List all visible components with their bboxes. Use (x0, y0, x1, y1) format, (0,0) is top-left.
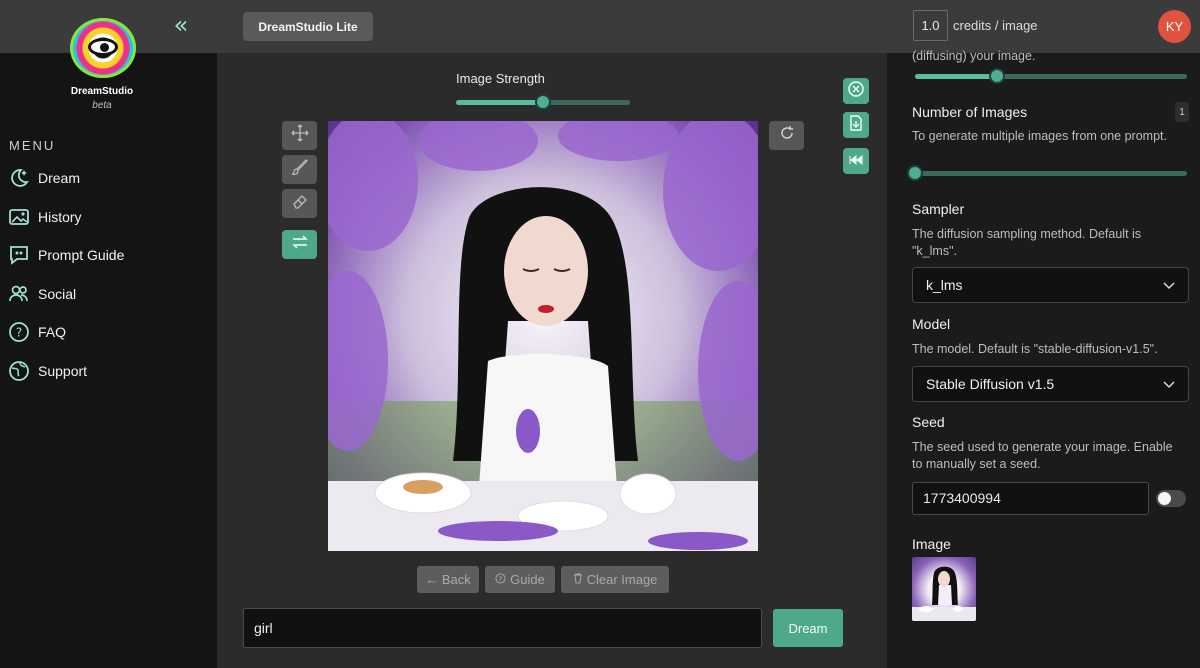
sidebar-item-social[interactable]: Social (8, 281, 76, 307)
gallery-icon (8, 206, 30, 228)
prompt-input[interactable]: girl (243, 608, 762, 648)
model-select[interactable]: Stable Diffusion v1.5 (912, 366, 1189, 402)
download-button[interactable] (843, 112, 869, 138)
number-of-images-title: Number of Images (912, 104, 1028, 120)
generated-image (328, 121, 758, 551)
eraser-icon (291, 192, 309, 215)
steps-description: (diffusing) your image. (912, 49, 1036, 63)
user-avatar[interactable]: KY (1158, 10, 1191, 43)
brand-subtitle: beta (92, 100, 112, 111)
download-file-icon (847, 114, 865, 137)
brush-icon (291, 158, 309, 181)
back-button[interactable]: ← Back (417, 566, 479, 593)
rotate-reset-icon (778, 124, 796, 147)
dream-button[interactable]: Dream (773, 609, 843, 647)
trash-icon (573, 572, 583, 587)
slider-knob[interactable] (907, 165, 923, 181)
credits-label: credits / image (953, 18, 1038, 33)
sidebar-item-label: FAQ (38, 324, 67, 340)
steps-slider[interactable] (915, 68, 1187, 84)
seed-input[interactable]: 1773400994 (912, 482, 1149, 515)
seed-description: The seed used to generate your image. En… (912, 440, 1173, 471)
number-of-images-slider[interactable] (907, 165, 1187, 181)
chevron-down-icon (1163, 277, 1175, 293)
brush-tool-button[interactable] (282, 155, 317, 184)
svg-text:?: ? (499, 574, 503, 583)
slider-knob[interactable] (535, 94, 551, 110)
question-circle-icon: ? (495, 572, 506, 587)
sidebar-item-support[interactable]: Support (8, 358, 87, 384)
seed-toggle[interactable] (1156, 490, 1186, 507)
thumbnail-image (912, 566, 976, 621)
eraser-tool-button[interactable] (282, 189, 317, 218)
sampler-select-value: k_lms (926, 277, 963, 293)
image-title: Image (912, 536, 951, 552)
quote-bubble-icon (8, 244, 30, 266)
sidebar-item-label: Support (38, 363, 88, 379)
collapse-sidebar-icon[interactable]: « (170, 12, 192, 38)
sidebar-item-label: History (38, 209, 82, 225)
clear-image-button[interactable]: Clear Image (561, 566, 669, 593)
swap-arrows-icon (291, 233, 309, 256)
model-description: The model. Default is "stable-diffusion-… (912, 342, 1158, 356)
move-tool-button[interactable] (282, 121, 317, 150)
app-title-badge[interactable]: DreamStudio Lite (243, 12, 373, 41)
reset-canvas-button[interactable] (769, 121, 804, 150)
sidebar-item-label: Social (38, 286, 77, 302)
sidebar-item-faq[interactable]: ? FAQ (8, 319, 66, 345)
sampler-select[interactable]: k_lms (912, 267, 1189, 303)
sampler-title: Sampler (912, 201, 965, 217)
sidebar-item-prompt-guide[interactable]: Prompt Guide (8, 242, 124, 268)
sidebar-item-history[interactable]: History (8, 204, 82, 230)
rewind-button[interactable] (843, 148, 869, 174)
moon-sparkle-icon (8, 167, 30, 189)
globe-support-icon (8, 360, 30, 382)
sampler-description: The diffusion sampling method. Default i… (912, 227, 1142, 258)
brand-name: DreamStudio (70, 86, 134, 97)
number-of-images-description: To generate multiple images from one pro… (912, 129, 1167, 143)
svg-text:?: ? (16, 326, 22, 340)
sidebar-item-dream[interactable]: Dream (8, 165, 80, 191)
generated-image-canvas[interactable] (328, 121, 758, 551)
model-title: Model (912, 316, 951, 332)
slider-fill (915, 74, 997, 79)
image-strength-label: Image Strength (456, 71, 545, 86)
logo-eye-icon (88, 38, 118, 56)
chevron-down-icon (1163, 376, 1175, 392)
close-circle-icon (847, 80, 865, 103)
image-strength-slider[interactable] (456, 94, 630, 110)
toggle-knob (1158, 492, 1171, 505)
sidebar-item-label: Prompt Guide (38, 247, 125, 263)
menu-heading: MENU (9, 138, 56, 153)
guide-button-label: Guide (510, 572, 545, 587)
clear-image-button-label: Clear Image (586, 572, 658, 587)
slider-fill (456, 100, 543, 105)
model-select-value: Stable Diffusion v1.5 (926, 376, 1055, 392)
people-icon (8, 283, 30, 305)
cancel-button[interactable] (843, 78, 869, 104)
back-button-label: ← Back (425, 572, 471, 587)
slider-knob[interactable] (988, 68, 1005, 84)
skip-back-icon (849, 152, 863, 170)
seed-title: Seed (912, 414, 945, 430)
number-of-images-count: 1 (1175, 102, 1189, 122)
guide-button[interactable]: ? Guide (485, 566, 555, 593)
sidebar-item-label: Dream (38, 170, 81, 186)
credits-per-image-value: 1.0 (913, 10, 948, 41)
init-image-thumbnail[interactable] (912, 557, 976, 621)
dreamstudio-logo[interactable] (70, 18, 136, 78)
move-arrows-icon (291, 124, 309, 147)
swap-tool-button[interactable] (282, 230, 317, 259)
question-circle-icon: ? (8, 321, 30, 343)
